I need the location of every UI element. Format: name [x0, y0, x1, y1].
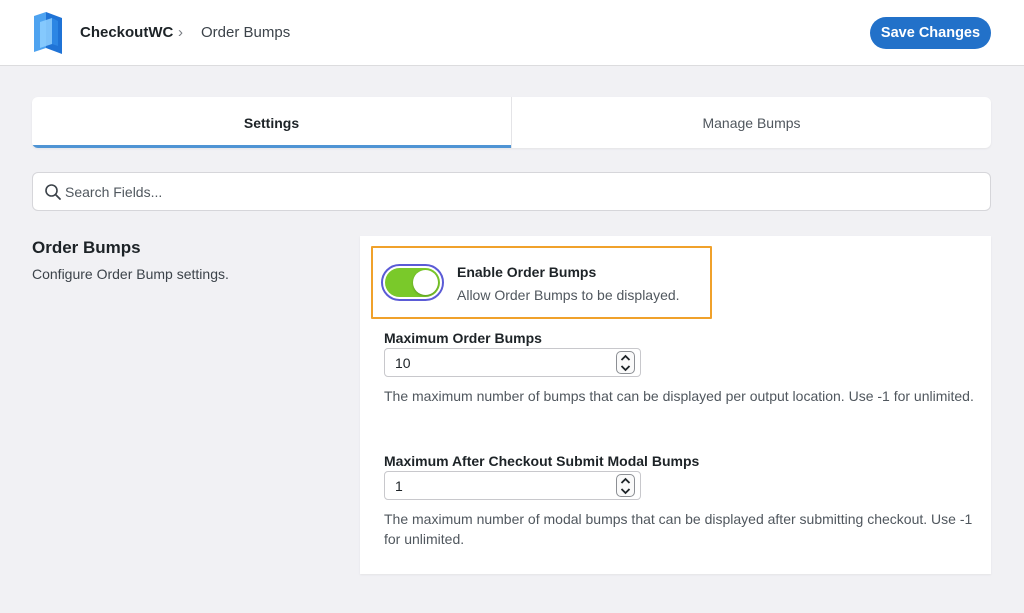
chevron-up-icon[interactable] [620, 354, 631, 362]
chevron-down-icon[interactable] [620, 364, 631, 372]
breadcrumb-separator: › [178, 24, 183, 41]
search-icon [45, 184, 61, 200]
number-stepper[interactable] [616, 474, 635, 497]
max-order-bumps-help: The maximum number of bumps that can be … [384, 388, 974, 404]
number-stepper[interactable] [616, 351, 635, 374]
tab-manage-bumps[interactable]: Manage Bumps [511, 97, 991, 148]
tab-bar: Settings Manage Bumps [32, 97, 991, 148]
max-modal-bumps-input[interactable]: 1 [384, 471, 641, 500]
max-modal-bumps-value: 1 [395, 478, 403, 494]
enable-order-bumps-toggle[interactable] [381, 264, 444, 301]
checkoutwc-logo-icon[interactable] [32, 10, 66, 56]
section-description: Configure Order Bump settings. [32, 266, 229, 282]
chevron-down-icon[interactable] [620, 487, 631, 495]
search-box [32, 172, 991, 211]
top-bar: CheckoutWC › Order Bumps Save Changes [0, 0, 1024, 66]
max-modal-bumps-help: The maximum number of modal bumps that c… [384, 511, 973, 547]
breadcrumb-current: Order Bumps [201, 24, 291, 41]
max-order-bumps-input[interactable]: 10 [384, 348, 641, 377]
enable-order-bumps-description: Allow Order Bumps to be displayed. [457, 287, 680, 303]
section-title: Order Bumps [32, 238, 141, 257]
chevron-up-icon[interactable] [620, 477, 631, 485]
max-order-bumps-label: Maximum Order Bumps [384, 330, 542, 346]
max-order-bumps-value: 10 [395, 355, 411, 371]
save-changes-button[interactable]: Save Changes [870, 17, 991, 49]
max-modal-bumps-label: Maximum After Checkout Submit Modal Bump… [384, 453, 700, 469]
enable-order-bumps-label: Enable Order Bumps [457, 264, 597, 280]
brand-name[interactable]: CheckoutWC [80, 24, 173, 41]
search-input[interactable] [65, 173, 975, 210]
toggle-knob [413, 270, 438, 295]
tab-settings[interactable]: Settings [32, 97, 511, 148]
